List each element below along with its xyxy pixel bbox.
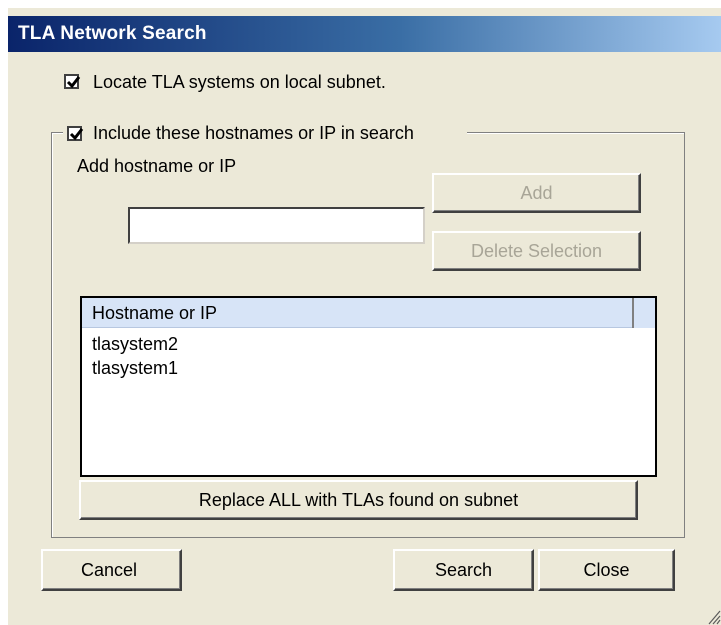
list-header-filler bbox=[632, 298, 655, 328]
include-hosts-label: Include these hostnames or IP in search bbox=[93, 123, 414, 143]
host-list[interactable]: Hostname or IP tlasystem2 tlasystem1 bbox=[80, 296, 657, 477]
resize-grip-icon[interactable] bbox=[708, 610, 721, 625]
include-hosts-legend: Include these hostnames or IP in search bbox=[63, 122, 467, 146]
locate-local-label: Locate TLA systems on local subnet. bbox=[93, 72, 386, 92]
close-button[interactable]: Close bbox=[538, 549, 675, 591]
column-header-label: Hostname or IP bbox=[92, 303, 218, 323]
hostname-input[interactable] bbox=[128, 207, 425, 244]
network-search-dialog: TLA Network Search Locate TLA systems on… bbox=[8, 8, 721, 625]
add-hostname-label: Add hostname or IP bbox=[77, 156, 237, 176]
list-item[interactable]: tlasystem1 bbox=[92, 358, 178, 379]
cancel-button[interactable]: Cancel bbox=[41, 549, 182, 591]
locate-local-checkbox[interactable] bbox=[64, 74, 81, 89]
window-title: TLA Network Search bbox=[18, 23, 207, 44]
replace-all-button[interactable]: Replace ALL with TLAs found on subnet bbox=[79, 480, 638, 520]
check-icon bbox=[69, 128, 84, 141]
check-icon bbox=[66, 76, 81, 89]
include-hosts-checkbox[interactable] bbox=[67, 126, 84, 141]
title-bar[interactable]: TLA Network Search bbox=[8, 16, 721, 52]
delete-selection-button[interactable]: Delete Selection bbox=[432, 231, 641, 271]
add-button[interactable]: Add bbox=[432, 173, 641, 213]
list-item[interactable]: tlasystem2 bbox=[92, 334, 178, 355]
list-column-header[interactable]: Hostname or IP bbox=[82, 298, 632, 328]
search-button[interactable]: Search bbox=[393, 549, 534, 591]
